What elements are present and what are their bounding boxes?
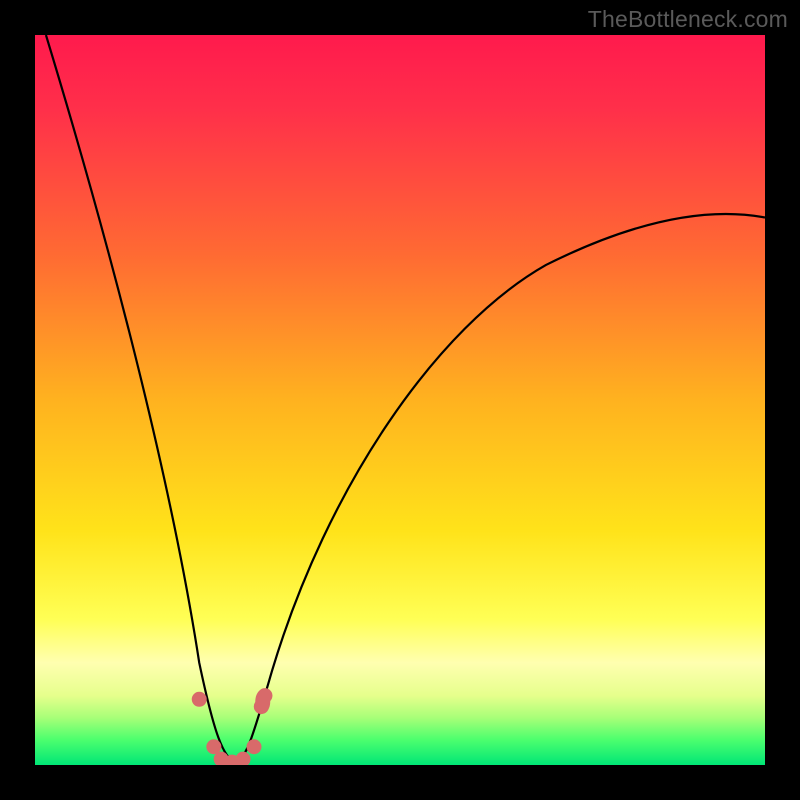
valley-dots [192,688,273,765]
plot-area [35,35,765,765]
valley-dot [236,752,251,765]
bottleneck-curve [35,35,765,765]
attribution-text: TheBottleneck.com [588,6,788,33]
curve-path [46,35,765,762]
valley-dot [247,739,262,754]
chart-frame: TheBottleneck.com [0,0,800,800]
valley-dot [192,692,207,707]
valley-dot [255,689,270,713]
